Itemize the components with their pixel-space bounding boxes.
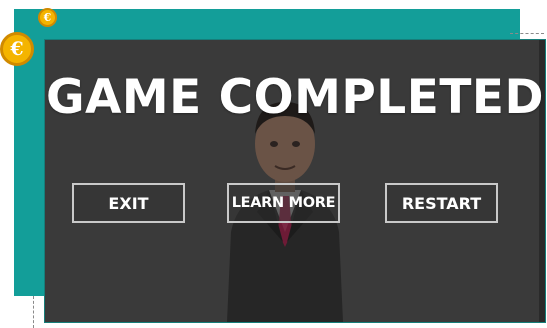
dashed-guide-left — [33, 296, 34, 328]
game-completed-panel: GAME COMPLETED EXIT LEARN MORE RESTART — [44, 39, 546, 323]
learn-more-button[interactable]: LEARN MORE — [227, 183, 340, 223]
game-completed-title: GAME COMPLETED — [45, 70, 545, 125]
coin-symbol-large: € — [10, 37, 24, 60]
dashed-guide-top — [510, 33, 544, 34]
coin-symbol: € — [43, 11, 52, 24]
restart-button[interactable]: RESTART — [385, 183, 498, 223]
coin-icon: € — [38, 8, 57, 27]
exit-button[interactable]: EXIT — [72, 183, 185, 223]
coin-icon-large: € — [0, 32, 34, 66]
